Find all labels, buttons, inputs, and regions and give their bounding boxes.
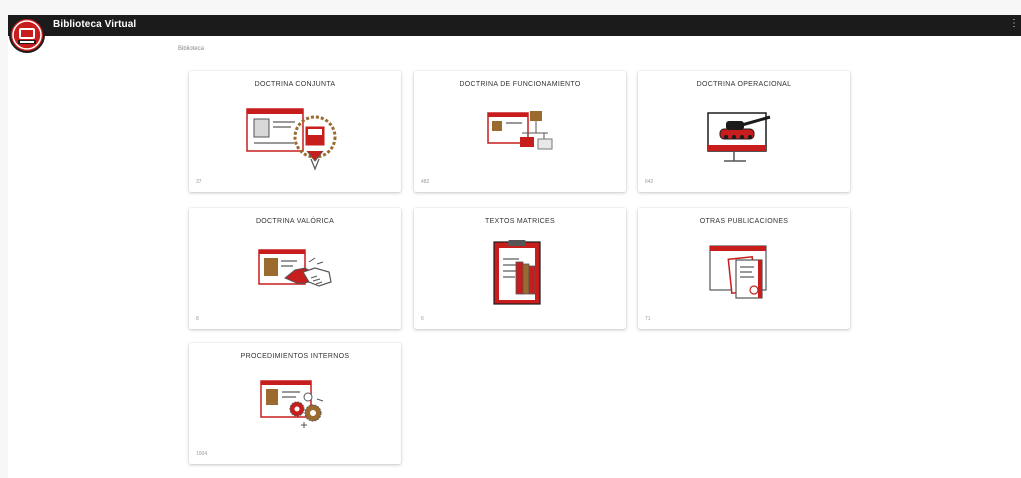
card-title: DOCTRINA OPERACIONAL [696, 81, 792, 88]
card-title: OTRAS PUBLICACIONES [699, 218, 789, 225]
card-procedimientos-internos[interactable]: PROCEDIMIENTOS INTERNOS 1004 [189, 343, 401, 464]
card-doctrina-valorica[interactable]: DOCTRINA VALÓRICA 8 [189, 208, 401, 329]
card-doctrina-conjunta[interactable]: DOCTRINA CONJUNTA 37 [189, 71, 401, 192]
card-count: 71 [645, 316, 651, 322]
more-menu-icon[interactable]: ⋮ [1009, 18, 1019, 29]
card-title: PROCEDIMIENTOS INTERNOS [240, 353, 350, 360]
card-count: 8 [196, 316, 199, 322]
card-doctrina-operacional[interactable]: DOCTRINA OPERACIONAL 642 [638, 71, 850, 192]
handshake-icon [258, 249, 332, 287]
card-count: 6 [421, 316, 424, 322]
emblem-document-icon [246, 108, 337, 171]
top-app-bar: Biblioteca Virtual ⋮ [8, 15, 1021, 36]
card-title: DOCTRINA DE FUNCIONAMIENTO [459, 81, 581, 88]
card-doctrina-de-funcionamiento[interactable]: DOCTRINA DE FUNCIONAMIENTO 482 [414, 71, 626, 192]
gears-document-icon [260, 380, 324, 428]
card-count: 642 [645, 179, 654, 185]
card-title: DOCTRINA VALÓRICA [255, 218, 335, 225]
card-textos-matrices[interactable]: TEXTOS MATRICES 6 [414, 208, 626, 329]
card-title: DOCTRINA CONJUNTA [254, 81, 336, 88]
card-count: 1004 [196, 451, 208, 457]
tank-monitor-icon [707, 112, 771, 162]
flowchart-icon [487, 111, 553, 150]
app-title: Biblioteca Virtual [53, 19, 137, 30]
army-logo-icon[interactable] [9, 17, 45, 53]
publications-icon [709, 245, 767, 299]
card-title: TEXTOS MATRICES [485, 218, 555, 225]
card-count: 37 [196, 179, 202, 185]
card-otras-publicaciones[interactable]: OTRAS PUBLICACIONES 71 [638, 208, 850, 329]
breadcrumb[interactable]: Biblioteca [178, 46, 204, 52]
card-count: 482 [421, 179, 430, 185]
clipboard-books-icon [493, 240, 541, 305]
